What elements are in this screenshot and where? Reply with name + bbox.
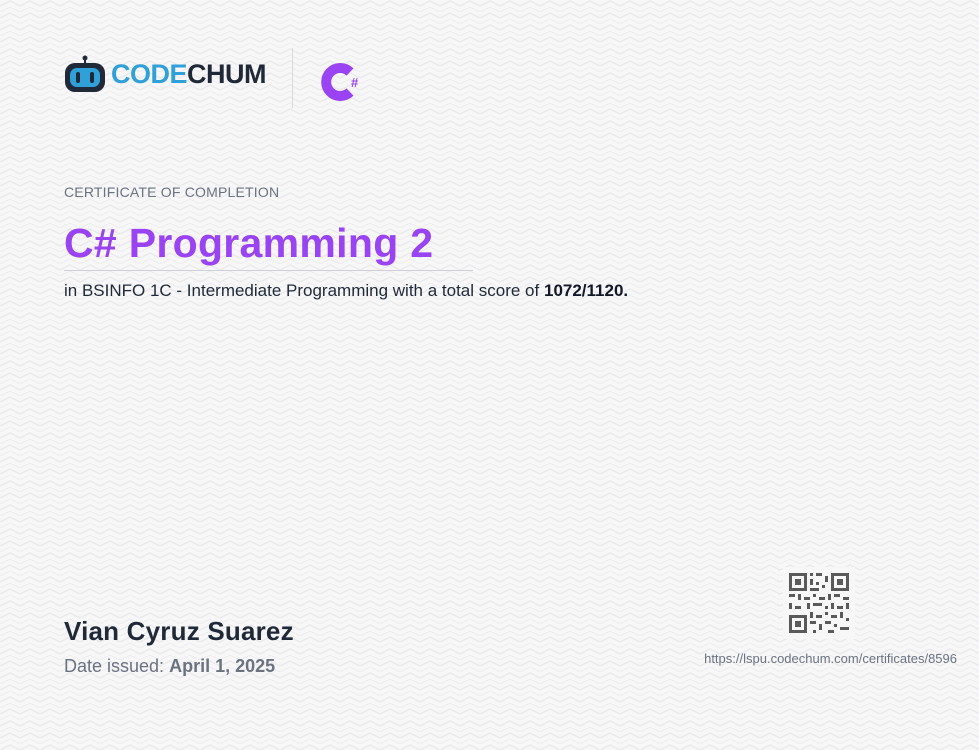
qr-code-icon bbox=[783, 567, 855, 639]
logo-text-chum: CHUM bbox=[187, 58, 267, 89]
date-issued-value: April 1, 2025 bbox=[169, 656, 276, 676]
logo-text-code: CODE bbox=[111, 58, 188, 89]
title-underline bbox=[64, 270, 473, 271]
course-score: 1072/1120. bbox=[543, 281, 629, 300]
date-issued-label: Date issued: bbox=[64, 656, 165, 676]
course-description-text: in BSINFO 1C - Intermediate Programming … bbox=[64, 281, 540, 300]
recipient-name: Vian Cyruz Suarez bbox=[64, 616, 294, 646]
codechum-robot-icon bbox=[65, 55, 105, 92]
course-description: in BSINFO 1C - Intermediate Programming … bbox=[64, 281, 628, 301]
csharp-icon-symbol: # bbox=[351, 75, 359, 90]
course-title: C# Programming 2 bbox=[64, 220, 434, 266]
certificate-url[interactable]: https://lspu.codechum.com/certificates/8… bbox=[704, 651, 957, 666]
date-issued: Date issued: April 1, 2025 bbox=[64, 656, 275, 677]
codechum-logo: CODECHUM bbox=[64, 54, 267, 94]
csharp-icon: # bbox=[321, 63, 359, 101]
certificate-label: CERTIFICATE OF COMPLETION bbox=[64, 184, 280, 200]
logo-divider bbox=[292, 48, 293, 108]
